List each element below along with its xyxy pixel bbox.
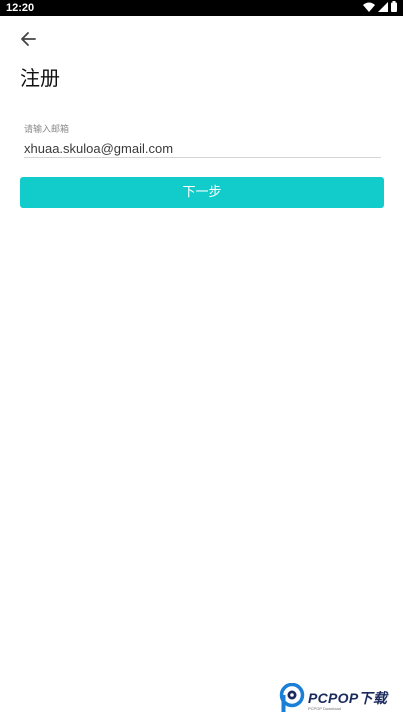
status-time: 12:20 xyxy=(6,2,35,14)
email-field-label: 请输入邮箱 xyxy=(24,125,70,135)
battery-icon xyxy=(391,1,397,15)
back-button[interactable] xyxy=(14,29,42,53)
pcpop-logo-icon xyxy=(279,682,305,717)
watermark-subtitle: PCPOP Download xyxy=(308,705,341,711)
status-icons xyxy=(363,1,397,15)
wifi-icon xyxy=(363,2,375,15)
page-title: 注册 xyxy=(20,66,60,90)
arrow-left-icon xyxy=(20,31,36,51)
signal-icon xyxy=(378,1,388,15)
email-input[interactable] xyxy=(24,140,381,158)
next-button[interactable]: 下一步 xyxy=(20,177,384,208)
status-bar: 12:20 xyxy=(0,0,403,16)
watermark: PCPOP下载 PCPOP Download xyxy=(279,682,401,717)
watermark-brand: PCPOP下载 xyxy=(308,689,388,706)
